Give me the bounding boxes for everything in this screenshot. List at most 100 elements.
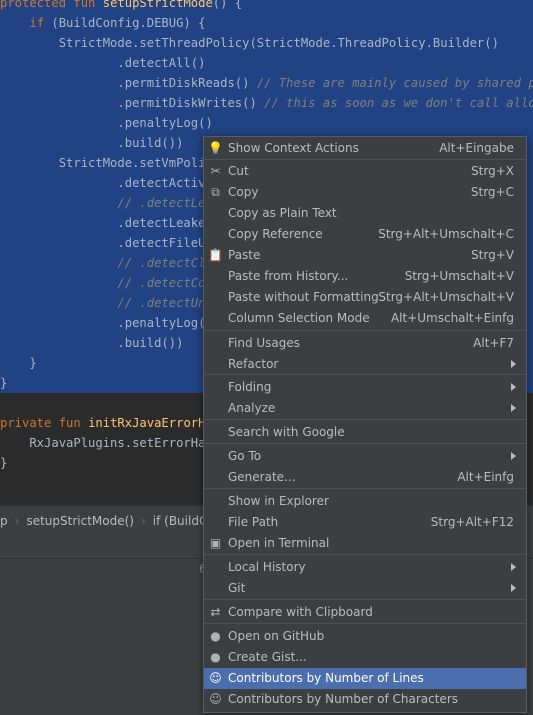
- menu-item-open-on-github[interactable]: ● Open on GitHub: [204, 626, 526, 647]
- code-line[interactable]: if (BuildConfig.DEBUG) {: [0, 13, 533, 33]
- menu-item-shortcut: Strg+V: [471, 248, 514, 262]
- terminal-icon: ▣: [209, 536, 222, 550]
- code-token: // .detectCo: [117, 276, 206, 290]
- code-token: .penaltyLog(): [0, 116, 213, 130]
- code-token: setupStrictMode: [102, 0, 213, 10]
- menu-item-cut[interactable]: ✂ Cut Strg+X: [204, 161, 526, 182]
- contributors-icon: ☺: [209, 692, 222, 706]
- menu-item-label: Compare with Clipboard: [228, 605, 373, 619]
- menu-item-paste-without-formatting[interactable]: Paste without Formatting Strg+Alt+Umschal…: [204, 287, 526, 308]
- menu-item-label: Open on GitHub: [228, 629, 325, 643]
- menu-item-copy-reference[interactable]: Copy Reference Strg+Alt+Umschalt+C: [204, 224, 526, 245]
- code-token: private fun: [0, 416, 89, 430]
- menu-item-label: Local History: [228, 560, 306, 574]
- menu-item-search-with-google[interactable]: Search with Google: [204, 422, 526, 443]
- clipboard-icon: 📋: [208, 248, 223, 262]
- menu-separator: [204, 599, 526, 600]
- code-token: // this as soon as we don't call allowM: [264, 96, 533, 110]
- submenu-arrow-icon: [511, 404, 516, 412]
- menu-item-label: Open in Terminal: [228, 536, 330, 550]
- menu-item-label: Search with Google: [228, 425, 345, 439]
- menu-item-paste[interactable]: 📋 Paste Strg+V: [204, 245, 526, 266]
- menu-item-find-usages[interactable]: Find Usages Alt+F7: [204, 333, 526, 354]
- code-token: protected fun: [0, 0, 103, 10]
- menu-item-contributors-by-number-of-lines[interactable]: ☺ Contributors by Number of Lines: [204, 668, 526, 689]
- breadcrumb-item[interactable]: p: [0, 506, 8, 536]
- code-token: }: [0, 376, 8, 390]
- menu-item-show-context-actions[interactable]: 💡 Show Context Actions Alt+Eingabe: [204, 138, 526, 159]
- menu-item-label: Go To: [228, 449, 262, 463]
- code-token: // .detectUn: [117, 296, 206, 310]
- menu-item-label: File Path: [228, 515, 279, 529]
- menu-item-label: Contributors by Number of Lines: [228, 671, 424, 685]
- menu-item-label: Show in Explorer: [228, 494, 329, 508]
- code-token: .permitDiskReads(): [0, 76, 257, 90]
- code-token: .build()): [0, 336, 184, 350]
- menu-item-analyze[interactable]: Analyze: [204, 398, 526, 419]
- code-token: .permitDiskWrites(): [0, 96, 265, 110]
- code-token: StrictMode.setVmPoli: [0, 156, 206, 170]
- breadcrumb-separator-icon: ›: [14, 514, 20, 528]
- menu-item-go-to[interactable]: Go To: [204, 446, 526, 467]
- menu-item-local-history[interactable]: Local History: [204, 557, 526, 578]
- menu-item-label: Git: [228, 581, 246, 595]
- menu-item-label: Folding: [228, 380, 272, 394]
- menu-item-copy-as-plain-text[interactable]: Copy as Plain Text: [204, 203, 526, 224]
- menu-item-label: Paste without Formatting: [228, 290, 379, 304]
- menu-item-label: Analyze: [228, 401, 276, 415]
- menu-separator: [204, 443, 526, 444]
- menu-separator: [204, 623, 526, 624]
- menu-separator: [204, 488, 526, 489]
- menu-item-refactor[interactable]: Refactor: [204, 354, 526, 375]
- breadcrumb-item[interactable]: setupStrictMode(): [26, 506, 134, 536]
- context-menu: 💡 Show Context Actions Alt+Eingabe ✂ Cut Strg…: [203, 136, 527, 713]
- menu-item-paste-from-history[interactable]: Paste from History... Strg+Umschalt+V: [204, 266, 526, 287]
- menu-item-label: Refactor: [228, 357, 279, 371]
- menu-item-show-in-explorer[interactable]: Show in Explorer: [204, 491, 526, 512]
- menu-item-contributors-by-number-of-characters[interactable]: ☺ Contributors by Number of Characters: [204, 689, 526, 710]
- copy-icon: ⧉: [211, 185, 220, 199]
- menu-item-folding[interactable]: Folding: [204, 377, 526, 398]
- lightbulb-icon: 💡: [208, 141, 223, 155]
- menu-item-label: Find Usages: [228, 336, 301, 350]
- code-line[interactable]: .permitDiskWrites() // this as soon as w…: [0, 93, 533, 113]
- menu-separator: [204, 330, 526, 331]
- menu-item-label: Paste from History...: [228, 269, 349, 283]
- menu-separator: [204, 159, 526, 160]
- code-line[interactable]: protected fun setupStrictMode() {: [0, 0, 533, 13]
- github-icon: ●: [210, 650, 221, 664]
- code-line[interactable]: .penaltyLog(): [0, 113, 533, 133]
- menu-item-create-gist[interactable]: ● Create Gist...: [204, 647, 526, 668]
- menu-item-generate[interactable]: Generate... Alt+Einfg: [204, 467, 526, 488]
- code-token: () {: [212, 0, 243, 10]
- menu-item-label: Copy Reference: [228, 227, 323, 241]
- menu-item-label: Generate...: [228, 470, 296, 484]
- menu-item-shortcut: Alt+Einfg: [457, 470, 514, 484]
- menu-item-label: Cut: [228, 164, 249, 178]
- code-token: .detectAll(): [0, 56, 206, 70]
- code-token: }: [0, 456, 8, 470]
- code-token: .detectLeake: [0, 216, 206, 230]
- contributors-icon: ☺: [209, 671, 222, 685]
- code-line[interactable]: .detectAll(): [0, 53, 533, 73]
- code-token: StrictMode.setThreadPolicy(StrictMode.Th…: [0, 36, 499, 50]
- menu-item-label: Column Selection Mode: [228, 311, 370, 325]
- menu-item-file-path[interactable]: File Path Strg+Alt+F12: [204, 512, 526, 533]
- menu-item-label: Contributors by Number of Characters: [228, 692, 458, 706]
- code-line[interactable]: .permitDiskReads() // These are mainly c…: [0, 73, 533, 93]
- menu-item-compare-with-clipboard[interactable]: ⇄ Compare with Clipboard: [204, 602, 526, 623]
- menu-item-shortcut: Strg+Umschalt+V: [404, 269, 514, 283]
- menu-item-shortcut: Strg+Alt+F12: [430, 515, 514, 529]
- menu-item-copy[interactable]: ⧉ Copy Strg+C: [204, 182, 526, 203]
- submenu-arrow-icon: [511, 383, 516, 391]
- code-line[interactable]: StrictMode.setThreadPolicy(StrictMode.Th…: [0, 33, 533, 53]
- menu-item-git[interactable]: Git: [204, 578, 526, 599]
- submenu-arrow-icon: [511, 452, 516, 460]
- menu-item-column-selection-mode[interactable]: Column Selection Mode Alt+Umschalt+Einfg: [204, 308, 526, 329]
- menu-item-shortcut: Alt+Umschalt+Einfg: [390, 311, 514, 325]
- menu-item-open-in-terminal[interactable]: ▣ Open in Terminal: [204, 533, 526, 554]
